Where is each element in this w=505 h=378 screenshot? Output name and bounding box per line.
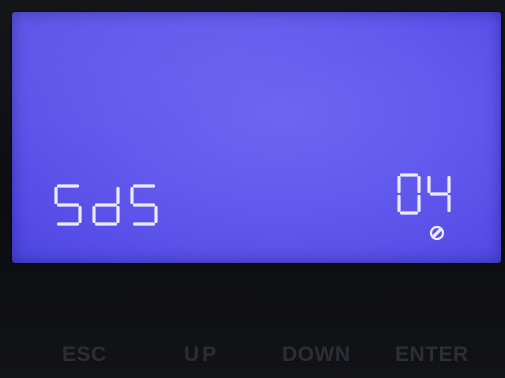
segment-digit: [130, 184, 158, 226]
parameter-value-segments: [397, 173, 451, 215]
lcd-display: SdS 04: [12, 12, 501, 263]
esc-button[interactable]: ESC: [62, 343, 107, 367]
up-button[interactable]: UP: [184, 343, 219, 367]
no-entry-icon: [429, 225, 445, 241]
segment-digit: [54, 184, 82, 226]
down-button[interactable]: DOWN: [282, 343, 351, 367]
enter-button[interactable]: ENTER: [395, 343, 469, 367]
segment-digit: [397, 173, 421, 215]
controller-panel: SdS 04 ESC UP DOWN ENTER: [0, 0, 505, 378]
parameter-code-text: SdS: [12, 12, 13, 13]
parameter-value-text: 04: [12, 12, 13, 13]
segment-digit: [427, 175, 451, 213]
segment-digit: [92, 186, 120, 226]
parameter-code-segments: [54, 184, 158, 226]
